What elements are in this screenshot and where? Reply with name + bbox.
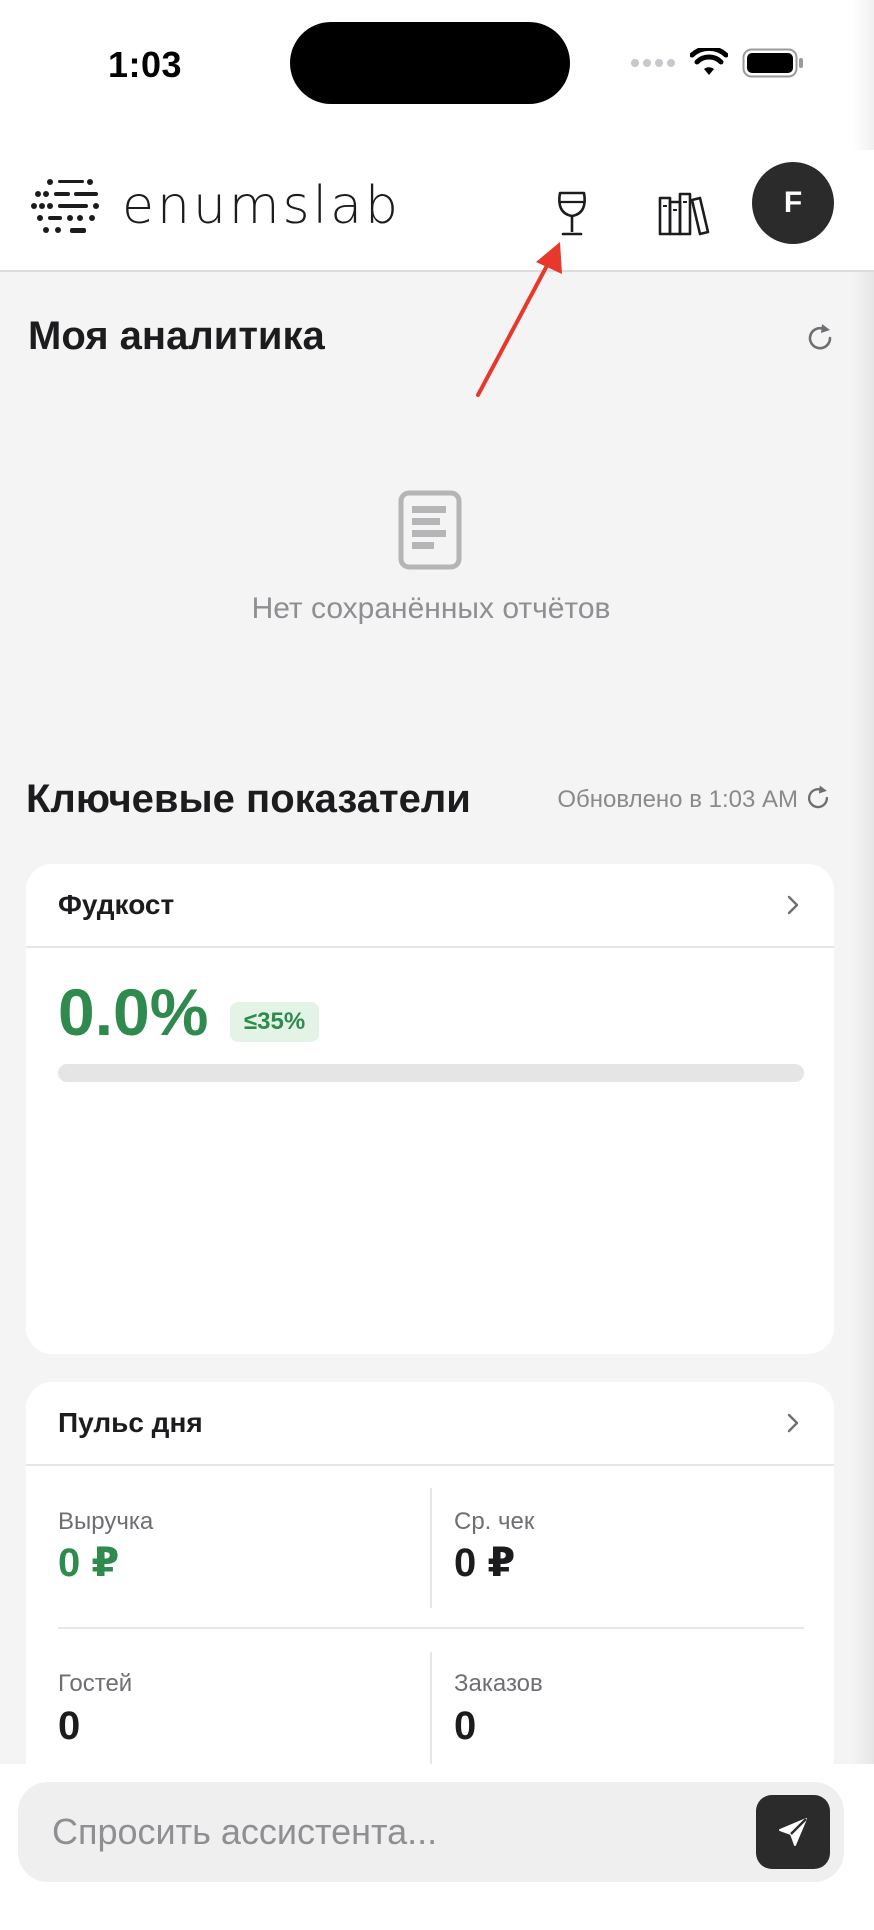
brand-name: enumslab bbox=[122, 176, 401, 236]
metric-divider bbox=[430, 1652, 432, 1782]
avg-check-value: 0 ₽ bbox=[454, 1541, 516, 1585]
kpi-refresh-icon[interactable] bbox=[802, 782, 834, 814]
metric-divider bbox=[58, 1627, 804, 1629]
analytics-title: Моя аналитика bbox=[28, 314, 325, 358]
foodcost-title: Фудкост bbox=[58, 889, 175, 920]
status-time: 1:03 bbox=[108, 44, 183, 85]
chevron-right-icon bbox=[787, 895, 799, 915]
revenue-value: 0 ₽ bbox=[58, 1541, 120, 1585]
app-screen: 1:03 enumslab F Моя аналитика Нет сохран… bbox=[0, 0, 874, 1930]
annotation-arrow bbox=[476, 242, 562, 397]
guests-label: Гостей bbox=[58, 1670, 133, 1697]
empty-reports-text: Нет сохранённых отчётов bbox=[251, 592, 611, 625]
foodcost-target-badge: ≤35% bbox=[230, 1002, 320, 1042]
brand-logo[interactable]: enumslab bbox=[30, 176, 401, 236]
battery-icon bbox=[742, 48, 803, 78]
pulse-card-header[interactable]: Пульс дня bbox=[26, 1382, 834, 1466]
scroll-shade bbox=[852, 0, 874, 1930]
status-icons bbox=[630, 48, 804, 78]
foodcost-card[interactable]: Фудкост 0.0% ≤35% bbox=[26, 864, 834, 1354]
books-icon bbox=[658, 192, 710, 236]
app-header: enumslab F bbox=[0, 150, 874, 272]
guests-value: 0 bbox=[58, 1704, 81, 1748]
kpi-title: Ключевые показатели bbox=[26, 777, 471, 821]
foodcost-card-header[interactable]: Фудкост bbox=[26, 864, 834, 948]
revenue-label: Выручка bbox=[58, 1508, 154, 1535]
send-button[interactable] bbox=[756, 1795, 830, 1869]
signal-icon bbox=[631, 59, 675, 67]
updated-timestamp: Обновлено в 1:03 AM bbox=[557, 786, 798, 813]
assistant-input[interactable] bbox=[52, 1811, 692, 1853]
dynamic-island bbox=[290, 22, 570, 104]
send-icon bbox=[779, 1818, 807, 1846]
foodcost-value: 0.0% bbox=[58, 975, 209, 1049]
user-avatar[interactable]: F bbox=[752, 162, 834, 244]
orders-label: Заказов bbox=[454, 1670, 543, 1697]
orders-value: 0 bbox=[454, 1704, 477, 1748]
metric-divider bbox=[430, 1488, 432, 1608]
avg-check-label: Ср. чек bbox=[454, 1508, 535, 1535]
refresh-icon[interactable] bbox=[802, 320, 838, 356]
pulse-card[interactable]: Пульс дня Выручка 0 ₽ Ср. чек 0 ₽ Гостей… bbox=[26, 1382, 834, 1782]
foodcost-progress-bar bbox=[58, 1064, 804, 1082]
assistant-input-bar bbox=[18, 1782, 844, 1882]
pulse-title: Пульс дня bbox=[58, 1407, 203, 1438]
document-icon bbox=[398, 490, 462, 570]
library-button[interactable] bbox=[644, 174, 724, 254]
logo-mark-icon bbox=[31, 179, 99, 233]
chevron-right-icon bbox=[787, 1413, 799, 1433]
wifi-icon bbox=[690, 48, 728, 75]
